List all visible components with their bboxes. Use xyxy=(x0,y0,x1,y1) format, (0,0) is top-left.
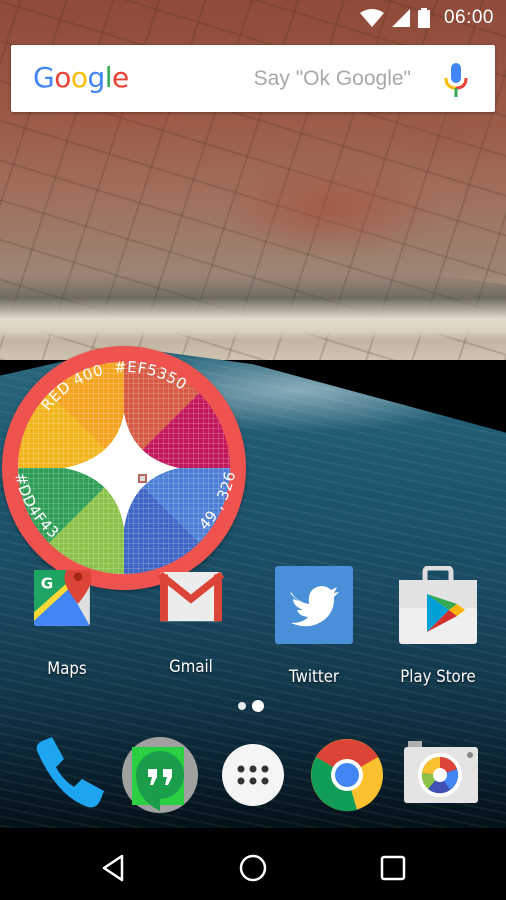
wifi-icon xyxy=(359,9,384,27)
app-label: Play Store xyxy=(400,667,476,687)
camera-icon xyxy=(404,741,478,803)
magnifier-lens xyxy=(18,362,230,574)
search-hint: Say "Ok Google" xyxy=(253,67,411,90)
app-maps[interactable]: G Maps xyxy=(12,564,122,679)
play-store-icon xyxy=(399,565,477,644)
app-drawer-icon xyxy=(222,744,284,806)
page-indicator xyxy=(238,700,264,712)
google-logo-letter: e xyxy=(112,61,129,94)
svg-text:G: G xyxy=(41,575,53,593)
dock-camera[interactable] xyxy=(400,735,480,815)
navigation-bar xyxy=(0,828,506,900)
page-dot-active xyxy=(252,700,264,712)
twitter-icon xyxy=(275,566,353,644)
app-label: Twitter xyxy=(288,667,340,687)
google-logo-letter: g xyxy=(87,61,105,94)
maps-icon: G xyxy=(34,564,92,626)
hangouts-icon xyxy=(122,737,198,813)
app-play-store[interactable]: Play Store xyxy=(383,565,493,687)
google-logo-letter: o xyxy=(70,61,88,94)
home-icon[interactable] xyxy=(233,848,273,888)
google-logo-letter: l xyxy=(104,61,113,94)
google-logo-letter: G xyxy=(33,61,55,94)
app-label: Gmail xyxy=(169,657,213,677)
phone-icon xyxy=(36,737,104,808)
app-label: Maps xyxy=(47,659,87,679)
mic-icon[interactable] xyxy=(443,63,469,97)
clock: 06:00 xyxy=(443,7,494,28)
page-dot xyxy=(238,702,246,710)
back-icon[interactable] xyxy=(94,848,134,888)
selected-pixel-marker xyxy=(138,474,147,483)
chrome-icon xyxy=(311,739,383,812)
recents-icon[interactable] xyxy=(373,848,413,888)
photos-star-shape xyxy=(64,413,179,528)
gmail-icon xyxy=(157,571,225,622)
dock-hangouts[interactable] xyxy=(120,735,200,815)
cell-signal-icon xyxy=(391,9,410,27)
dock-phone[interactable] xyxy=(28,735,108,815)
color-picker-magnifier[interactable]: RED 400 #EF5350 #DD4F43 49 , 326 xyxy=(0,340,250,590)
google-search-bar[interactable]: Google Say "Ok Google" xyxy=(11,45,495,112)
app-twitter[interactable]: Twitter xyxy=(259,566,369,687)
battery-icon xyxy=(417,8,430,28)
google-logo: Google xyxy=(33,61,129,94)
status-bar: 06:00 xyxy=(0,0,506,36)
dock-chrome[interactable] xyxy=(307,735,387,815)
dock-app-drawer[interactable] xyxy=(213,735,293,815)
app-gmail[interactable]: Gmail xyxy=(136,566,246,677)
google-logo-letter: o xyxy=(54,61,71,94)
